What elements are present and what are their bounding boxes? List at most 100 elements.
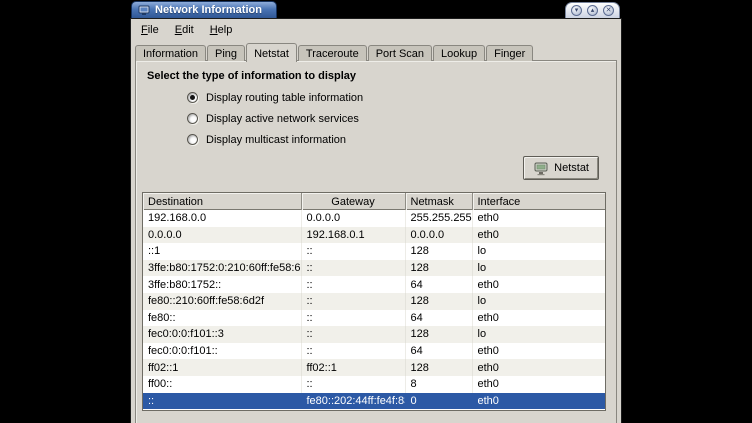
title-bar[interactable]: Network Information ▾ ▴ ✕ <box>130 0 622 18</box>
table-row[interactable]: 0.0.0.0192.168.0.10.0.0.0eth0 <box>143 227 605 244</box>
table-row[interactable]: ff00::::8eth0 <box>143 376 605 393</box>
cell-destination: fe80::210:60ff:fe58:6d2f <box>143 293 301 310</box>
close-button[interactable]: ✕ <box>603 5 614 16</box>
radio-label: Display active network services <box>206 113 359 125</box>
menu-bar: FileEditHelp <box>131 19 621 41</box>
cell-gateway: :: <box>301 343 405 360</box>
tab-ping[interactable]: Ping <box>207 45 245 61</box>
radio-option-display-routing-table-information[interactable]: Display routing table information <box>187 90 363 105</box>
radio-option-display-multicast-information[interactable]: Display multicast information <box>187 132 363 147</box>
netstat-button-icon <box>533 161 549 176</box>
radio-label: Display routing table information <box>206 92 363 104</box>
cell-interface: lo <box>472 326 605 343</box>
minimize-icon: ▾ <box>575 7 579 14</box>
cell-netmask: 8 <box>405 376 472 393</box>
cell-interface: lo <box>472 293 605 310</box>
table-row[interactable]: fe80::210:60ff:fe58:6d2f::128lo <box>143 293 605 310</box>
table-row[interactable]: ff02::1ff02::1128eth0 <box>143 359 605 376</box>
cell-destination: fe80:: <box>143 310 301 327</box>
cell-destination: fec0:0:0:f101::3 <box>143 326 301 343</box>
cell-interface: eth0 <box>472 227 605 244</box>
tab-traceroute[interactable]: Traceroute <box>298 45 367 61</box>
cell-netmask: 64 <box>405 310 472 327</box>
cell-netmask: 64 <box>405 343 472 360</box>
cell-destination: ::1 <box>143 243 301 260</box>
tab-port-scan[interactable]: Port Scan <box>368 45 432 61</box>
table-row[interactable]: fe80::::64eth0 <box>143 310 605 327</box>
cell-gateway: :: <box>301 376 405 393</box>
cell-destination: 0.0.0.0 <box>143 227 301 244</box>
maximize-button[interactable]: ▴ <box>587 5 598 16</box>
cell-gateway: :: <box>301 276 405 293</box>
radio-option-display-active-network-services[interactable]: Display active network services <box>187 111 363 126</box>
menu-item-file[interactable]: File <box>133 20 167 40</box>
network-information-window: Network Information ▾ ▴ ✕ FileEditHelp Inf… <box>130 0 622 423</box>
cell-netmask: 0 <box>405 393 472 410</box>
cell-netmask: 128 <box>405 243 472 260</box>
netstat-button[interactable]: Netstat <box>523 156 599 180</box>
maximize-icon: ▴ <box>591 7 595 14</box>
menu-item-help[interactable]: Help <box>202 20 241 40</box>
table-row[interactable]: fec0:0:0:f101::3::128lo <box>143 326 605 343</box>
cell-interface: eth0 <box>472 276 605 293</box>
cell-destination: :: <box>143 393 301 410</box>
cell-netmask: 128 <box>405 326 472 343</box>
window-body: FileEditHelp InformationPingNetstatTrace… <box>130 18 622 423</box>
cell-gateway: :: <box>301 260 405 277</box>
cell-gateway: fe80::202:44ff:fe4f:83e1 <box>301 393 405 410</box>
cell-destination: ff02::1 <box>143 359 301 376</box>
netstat-tab-panel: Select the type of information to displa… <box>135 60 617 423</box>
table-row[interactable]: ::fe80::202:44ff:fe4f:83e10eth0 <box>143 393 605 410</box>
cell-netmask: 64 <box>405 276 472 293</box>
column-header-gateway[interactable]: Gateway <box>301 193 405 210</box>
section-heading: Select the type of information to displa… <box>147 70 356 82</box>
netstat-button-label: Netstat <box>554 162 589 174</box>
column-header-destination[interactable]: Destination <box>143 193 301 210</box>
radio-button[interactable] <box>187 113 198 124</box>
cell-gateway: 192.168.0.1 <box>301 227 405 244</box>
cell-netmask: 128 <box>405 293 472 310</box>
cell-interface: lo <box>472 260 605 277</box>
table-body: 192.168.0.00.0.0.0255.255.255.0eth00.0.0… <box>143 210 605 409</box>
cell-destination: 3ffe:b80:1752:: <box>143 276 301 293</box>
cell-interface: lo <box>472 243 605 260</box>
cell-netmask: 128 <box>405 359 472 376</box>
radio-label: Display multicast information <box>206 134 346 146</box>
radio-button[interactable] <box>187 92 198 103</box>
table-row[interactable]: 3ffe:b80:1752:0:210:60ff:fe58:6d2f::128l… <box>143 260 605 277</box>
cell-gateway: :: <box>301 293 405 310</box>
desktop-background: Network Information ▾ ▴ ✕ FileEditHelp Inf… <box>0 0 752 423</box>
cell-interface: eth0 <box>472 343 605 360</box>
window-title: Network Information <box>155 4 262 16</box>
cell-destination: fec0:0:0:f101:: <box>143 343 301 360</box>
table-row[interactable]: 3ffe:b80:1752::::64eth0 <box>143 276 605 293</box>
cell-destination: 3ffe:b80:1752:0:210:60ff:fe58:6d2f <box>143 260 301 277</box>
window-icon <box>138 4 150 16</box>
tab-lookup[interactable]: Lookup <box>433 45 485 61</box>
title-tab[interactable]: Network Information <box>131 1 277 18</box>
cell-interface: eth0 <box>472 393 605 410</box>
table-row[interactable]: fec0:0:0:f101::::64eth0 <box>143 343 605 360</box>
tab-finger[interactable]: Finger <box>486 45 533 61</box>
radio-button[interactable] <box>187 134 198 145</box>
routing-table[interactable]: DestinationGatewayNetmaskInterface 192.1… <box>142 192 606 411</box>
cell-gateway: ff02::1 <box>301 359 405 376</box>
table-row[interactable]: 192.168.0.00.0.0.0255.255.255.0eth0 <box>143 210 605 227</box>
window-controls: ▾ ▴ ✕ <box>565 2 620 18</box>
cell-gateway: :: <box>301 243 405 260</box>
cell-gateway: :: <box>301 310 405 327</box>
cell-destination: ff00:: <box>143 376 301 393</box>
cell-interface: eth0 <box>472 376 605 393</box>
cell-destination: 192.168.0.0 <box>143 210 301 227</box>
cell-netmask: 128 <box>405 260 472 277</box>
column-header-netmask[interactable]: Netmask <box>405 193 472 210</box>
minimize-button[interactable]: ▾ <box>571 5 582 16</box>
table-row[interactable]: ::1::128lo <box>143 243 605 260</box>
cell-netmask: 255.255.255.0 <box>405 210 472 227</box>
column-header-interface[interactable]: Interface <box>472 193 605 210</box>
cell-interface: eth0 <box>472 210 605 227</box>
cell-gateway: 0.0.0.0 <box>301 210 405 227</box>
tab-information[interactable]: Information <box>135 45 206 61</box>
tab-netstat[interactable]: Netstat <box>246 43 297 62</box>
menu-item-edit[interactable]: Edit <box>167 20 202 40</box>
